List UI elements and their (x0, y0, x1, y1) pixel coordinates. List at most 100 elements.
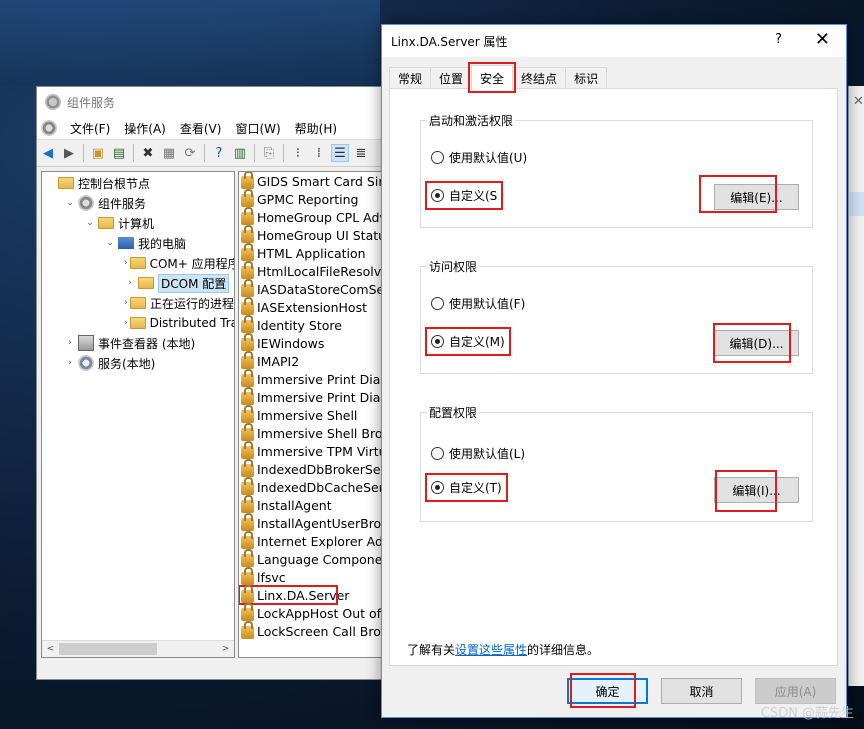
list-item[interactable]: Immersive TPM Virtual Smart Card (239, 441, 397, 460)
list-item[interactable]: HTML Application (239, 243, 397, 262)
list-item-label: LockAppHost Out of Proc Server (257, 605, 397, 621)
radio-use-default[interactable]: 使用默认值(F) (431, 295, 525, 312)
tab-endpoints[interactable]: 终结点 (512, 67, 567, 89)
tab-general[interactable]: 常规 (389, 67, 432, 89)
export-icon[interactable]: ⎘ (260, 144, 278, 162)
tree-item[interactable]: › 事件查看器 (本地) (42, 333, 234, 353)
collapse-chevron-icon[interactable]: › (64, 338, 76, 348)
show-tree-icon[interactable]: ▤ (110, 144, 128, 162)
dcom-app-icon (241, 567, 254, 585)
up-folder-icon[interactable]: ▣ (89, 144, 107, 162)
list-item[interactable]: LockScreen Call Broker (239, 621, 397, 640)
list-view-icon[interactable]: ☰ (331, 144, 349, 162)
list-item[interactable]: Internet Explorer Add-on Installer (239, 531, 397, 550)
scroll-left-icon[interactable]: < (42, 644, 59, 654)
dcom-app-icon (241, 207, 254, 225)
dcom-app-icon (241, 495, 254, 513)
close-icon: ✕ (853, 94, 864, 109)
large-icons-icon[interactable]: ⁝ (289, 144, 307, 162)
detail-view-icon[interactable]: ≣ (352, 144, 370, 162)
tree-item[interactable]: › 正在运行的进程 (42, 293, 234, 313)
list-item[interactable]: IndexedDbCacheServer (239, 477, 397, 496)
tree-item[interactable]: 控制台根节点 (42, 173, 234, 193)
tree-horizontal-scrollbar[interactable]: < > (42, 640, 234, 657)
dcom-app-icon (241, 243, 254, 261)
apply-button[interactable]: 应用(A) (755, 678, 836, 704)
expand-chevron-icon[interactable]: ⌄ (84, 218, 96, 228)
tree-item[interactable]: › COM+ 应用程序 (42, 253, 234, 273)
menu-action[interactable]: 操作(A) (117, 120, 173, 137)
menu-file[interactable]: 文件(F) (63, 120, 117, 137)
view-pane-icon[interactable]: ▥ (231, 144, 249, 162)
watermark: CSDN @蒜先生 (760, 706, 854, 721)
tab-security[interactable]: 安全 (468, 62, 517, 93)
list-item[interactable]: GIDS Smart Card Simulator (239, 172, 397, 190)
tab-location[interactable]: 位置 (430, 67, 473, 89)
list-item[interactable]: Immersive Print Dialog (239, 369, 398, 388)
collapse-chevron-icon[interactable]: › (64, 358, 76, 368)
tab-general-label: 常规 (398, 72, 423, 86)
menu-window[interactable]: 窗口(W) (228, 120, 287, 137)
list-item[interactable]: LockAppHost Out of Proc Server (239, 603, 397, 622)
forward-arrow-icon[interactable]: ▶ (60, 144, 78, 162)
radio-use-default[interactable]: 使用默认值(U) (431, 149, 527, 166)
toolbar-divider (283, 144, 284, 162)
help-icon[interactable]: ? (210, 144, 228, 162)
back-arrow-icon[interactable]: ◀ (39, 144, 57, 162)
list-item[interactable]: InstallAgent (239, 495, 397, 514)
scrollbar-thumb[interactable] (59, 643, 157, 655)
dcom-app-icon (241, 189, 254, 207)
list-item[interactable]: Language Component Installer (239, 549, 397, 568)
collapse-chevron-icon[interactable]: › (124, 258, 128, 268)
list-item-label: Immersive Print Dialog (257, 371, 398, 387)
radio-use-default[interactable]: 使用默认值(L) (431, 445, 525, 462)
tree-item[interactable]: › 服务(本地) (42, 353, 234, 373)
collapse-chevron-icon[interactable]: › (124, 278, 136, 288)
expand-chevron-icon[interactable]: ⌄ (64, 198, 76, 208)
list-item[interactable]: Identity Store (239, 315, 397, 334)
list-item[interactable]: Linx.DA.Server (239, 585, 349, 605)
tree-item-label: 计算机 (118, 216, 155, 231)
menu-help[interactable]: 帮助(H) (288, 120, 344, 137)
list-item[interactable]: Immersive Shell (239, 405, 397, 424)
console-icon[interactable] (41, 120, 57, 136)
list-item[interactable]: IASExtensionHost (239, 297, 397, 316)
cancel-button[interactable]: 取消 (661, 678, 742, 704)
radio-customize[interactable]: 自定义(T) (425, 473, 508, 502)
help-button[interactable]: ? (775, 32, 782, 47)
properties-icon[interactable]: ▦ (160, 144, 178, 162)
list-item[interactable]: IMAPI2 (239, 351, 397, 370)
tree-item[interactable]: › Distributed Transaction Coordinator (42, 313, 234, 333)
list-item[interactable]: HtmlLocalFileResolver (239, 261, 397, 280)
collapse-chevron-icon[interactable]: › (124, 318, 128, 328)
list-item[interactable]: InstallAgentUserBroker (239, 513, 397, 532)
tree-item[interactable]: ⌄ 计算机 (42, 213, 234, 233)
list-item[interactable]: GPMC Reporting (239, 189, 397, 208)
tree-item[interactable]: ⌄ 组件服务 (42, 193, 234, 213)
menu-view[interactable]: 查看(V) (173, 120, 229, 137)
list-item[interactable]: IndexedDbBrokerServer (239, 459, 397, 478)
refresh-icon[interactable]: ⟳ (181, 144, 199, 162)
list-item[interactable]: Immersive Print Dialog (239, 387, 397, 406)
list-item[interactable]: IASDataStoreComServer (239, 279, 397, 298)
list-item[interactable]: Immersive Shell Broker (239, 423, 397, 442)
tab-endpoints-label: 终结点 (521, 72, 558, 86)
learn-more-link[interactable]: 设置这些属性 (455, 643, 527, 657)
list-item[interactable]: IEWindows (239, 333, 397, 352)
list-item[interactable]: HomeGroup CPL Advanced Settings (239, 207, 397, 226)
tree-item[interactable]: ⌄ 我的电脑 (42, 233, 234, 253)
expand-chevron-icon[interactable]: ⌄ (104, 238, 116, 248)
radio-label: 使用默认值(F) (449, 297, 526, 311)
tab-identity[interactable]: 标识 (565, 67, 608, 89)
desktop-wallpaper (0, 0, 380, 85)
collapse-chevron-icon[interactable]: › (124, 298, 128, 308)
radio-customize[interactable]: 自定义(S (424, 181, 504, 210)
delete-icon[interactable]: ✖ (139, 144, 157, 162)
small-icons-icon[interactable]: ⁞ (310, 144, 328, 162)
list-item[interactable]: HomeGroup UI Status (239, 225, 397, 244)
radio-customize[interactable]: 自定义(M) (425, 327, 511, 356)
scroll-right-icon[interactable]: > (217, 644, 234, 654)
list-item[interactable]: lfsvc (239, 567, 397, 586)
close-button[interactable]: ✕ (815, 29, 830, 50)
tree-item[interactable]: › DCOM 配置 (42, 273, 234, 293)
